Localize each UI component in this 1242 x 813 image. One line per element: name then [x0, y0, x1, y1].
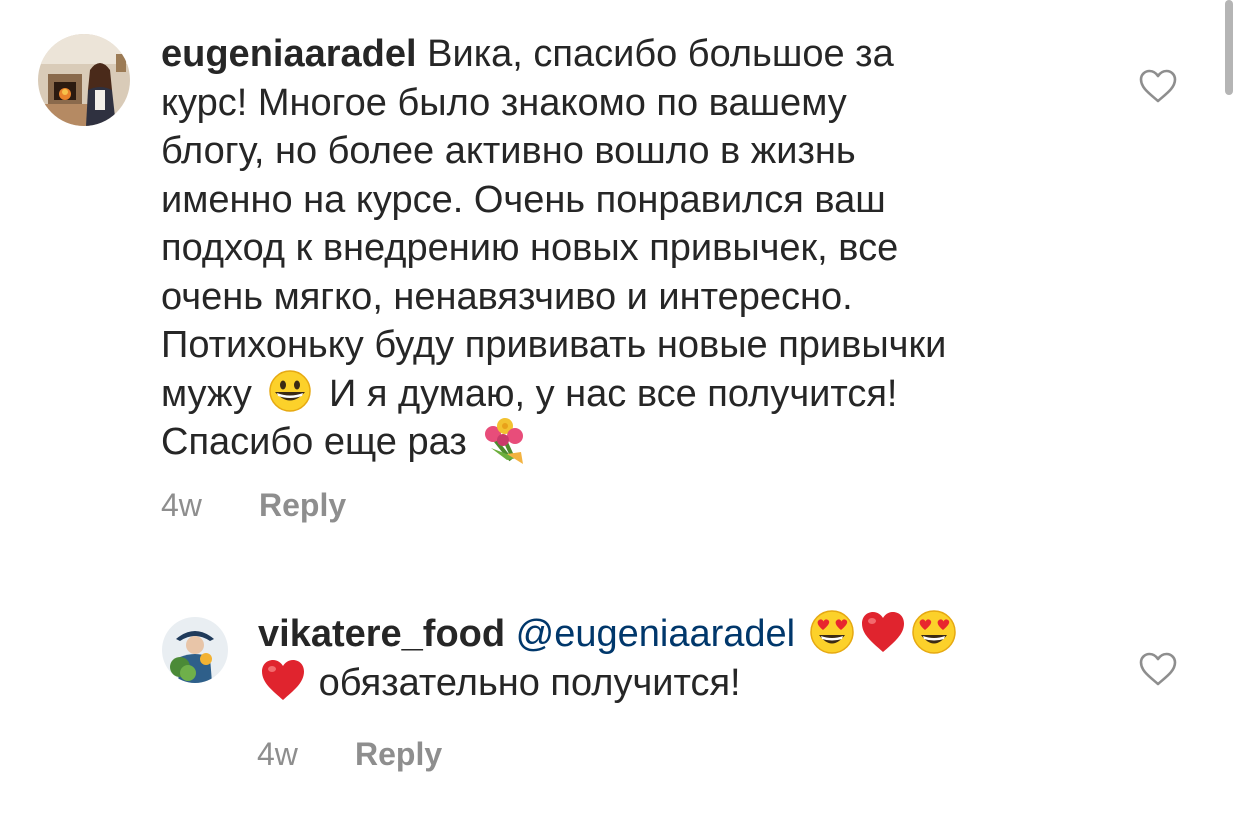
comment-line: обязательно получится!	[258, 659, 960, 708]
heart-outline-icon[interactable]	[1138, 68, 1178, 104]
comment-time: 4w	[161, 487, 202, 523]
comment-username[interactable]: vikatere_food	[258, 613, 505, 655]
avatar-photo	[162, 617, 228, 683]
comment-line: очень мягко, ненавязчиво и интересно.	[161, 275, 853, 318]
comment-line-text: обязательно получится!	[318, 661, 741, 704]
heart-eyes-emoji	[911, 610, 956, 654]
comment-line-text: Спасибо еще раз	[161, 421, 467, 463]
heart-outline-icon[interactable]	[1138, 651, 1178, 687]
comment-time: 4w	[257, 736, 298, 772]
red-heart-emoji	[262, 660, 304, 701]
red-heart-emoji	[861, 611, 904, 652]
avatar-photo	[38, 34, 130, 126]
comment: eugeniaaradel Вика, спасибо большое за к…	[0, 0, 1242, 560]
comment-line-text: И я думаю, у нас все получится!	[328, 372, 898, 415]
comment-line: подход к внедрению новых привычек, все	[161, 227, 899, 269]
heart-eyes-emoji	[809, 610, 854, 654]
bouquet-emoji	[485, 417, 524, 464]
comment-line: vikatere_food @eugeniaaradel	[258, 610, 960, 659]
grinning-face-emoji	[269, 370, 312, 413]
comment-line: блогу, но более активно вошло в жизнь	[161, 130, 856, 172]
reply-button[interactable]: Reply	[259, 487, 346, 523]
comment-line: eugeniaaradel Вика, спасибо большое за	[161, 30, 946, 79]
comment-line: Спасибо еще раз	[161, 417, 946, 467]
avatar[interactable]	[38, 34, 130, 126]
comment-line: именно на курсе. Очень понравился ваш	[161, 178, 886, 221]
comment-line-text: мужу	[161, 372, 252, 415]
comment-line: мужу И я думаю, у нас все получится!	[161, 370, 946, 419]
comment-text: vikatere_food @eugeniaaradel обязательно…	[258, 610, 960, 707]
comment-meta: 4w Reply	[257, 736, 442, 773]
comment-username[interactable]: eugeniaaradel	[161, 33, 417, 75]
comment-line: Потихоньку буду прививать новые привычки	[161, 324, 947, 366]
comment-meta: 4w Reply	[161, 487, 346, 524]
mention-link[interactable]: @eugeniaaradel	[516, 613, 795, 655]
comment-line-text: Вика, спасибо большое за	[427, 33, 894, 75]
reply-button[interactable]: Reply	[355, 736, 442, 772]
comment-line: курс! Многое было знакомо по вашему	[161, 81, 847, 124]
avatar[interactable]	[162, 617, 228, 683]
comment-text: eugeniaaradel Вика, спасибо большое за к…	[161, 30, 946, 467]
